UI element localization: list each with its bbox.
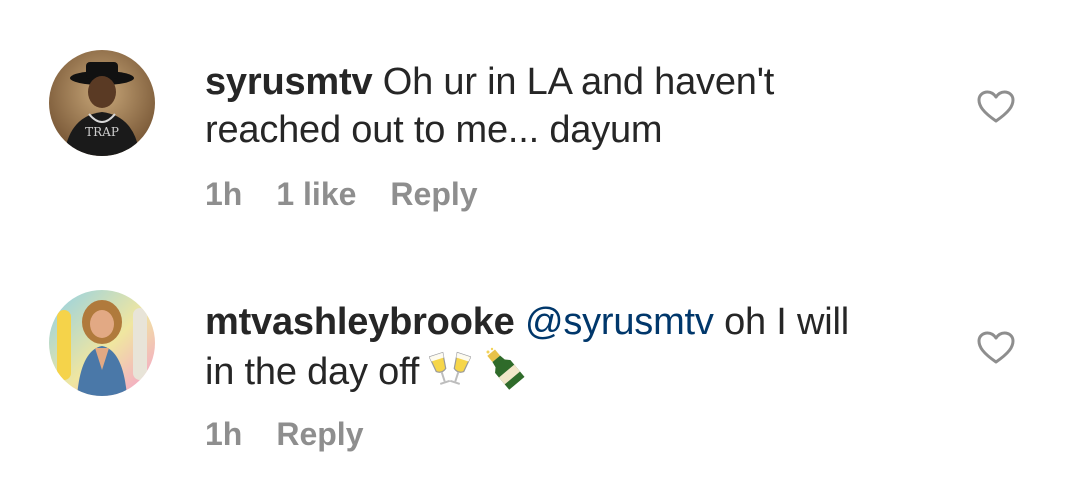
- avatar[interactable]: TRAP: [49, 50, 155, 156]
- profile-photo-icon: [49, 290, 155, 396]
- champagne-bottle-icon: [486, 347, 525, 390]
- comment-text-line2: in the day off: [205, 351, 420, 393]
- reply-button[interactable]: Reply: [276, 416, 363, 452]
- timestamp: 1h: [205, 176, 243, 212]
- comment-text: syrusmtv Oh ur in LA and haven't reached…: [205, 58, 925, 154]
- svg-text:TRAP: TRAP: [85, 125, 119, 139]
- username[interactable]: mtvashleybrooke: [205, 301, 515, 343]
- mention-link[interactable]: @syrusmtv: [525, 301, 714, 343]
- emoji-group: [429, 347, 525, 393]
- heart-outline-icon[interactable]: [977, 90, 1015, 124]
- comment-meta: 1h 1 like Reply: [205, 176, 478, 212]
- comment-meta: 1h Reply: [205, 416, 363, 452]
- clinking-glasses-icon: [429, 351, 472, 385]
- like-count[interactable]: 1 like: [276, 176, 356, 212]
- profile-photo-icon: TRAP: [49, 50, 155, 156]
- comment-text-line2: reached out to me... dayum: [205, 109, 663, 151]
- avatar[interactable]: [49, 290, 155, 396]
- comment-text-line1: oh I will: [724, 301, 849, 343]
- comment-text: mtvashleybrooke @syrusmtv oh I will in t…: [205, 298, 925, 396]
- timestamp: 1h: [205, 416, 243, 452]
- heart-outline-icon[interactable]: [977, 331, 1015, 365]
- reply-button[interactable]: Reply: [390, 176, 477, 212]
- username[interactable]: syrusmtv: [205, 61, 373, 103]
- comment-text-line1: Oh ur in LA and haven't: [382, 61, 775, 103]
